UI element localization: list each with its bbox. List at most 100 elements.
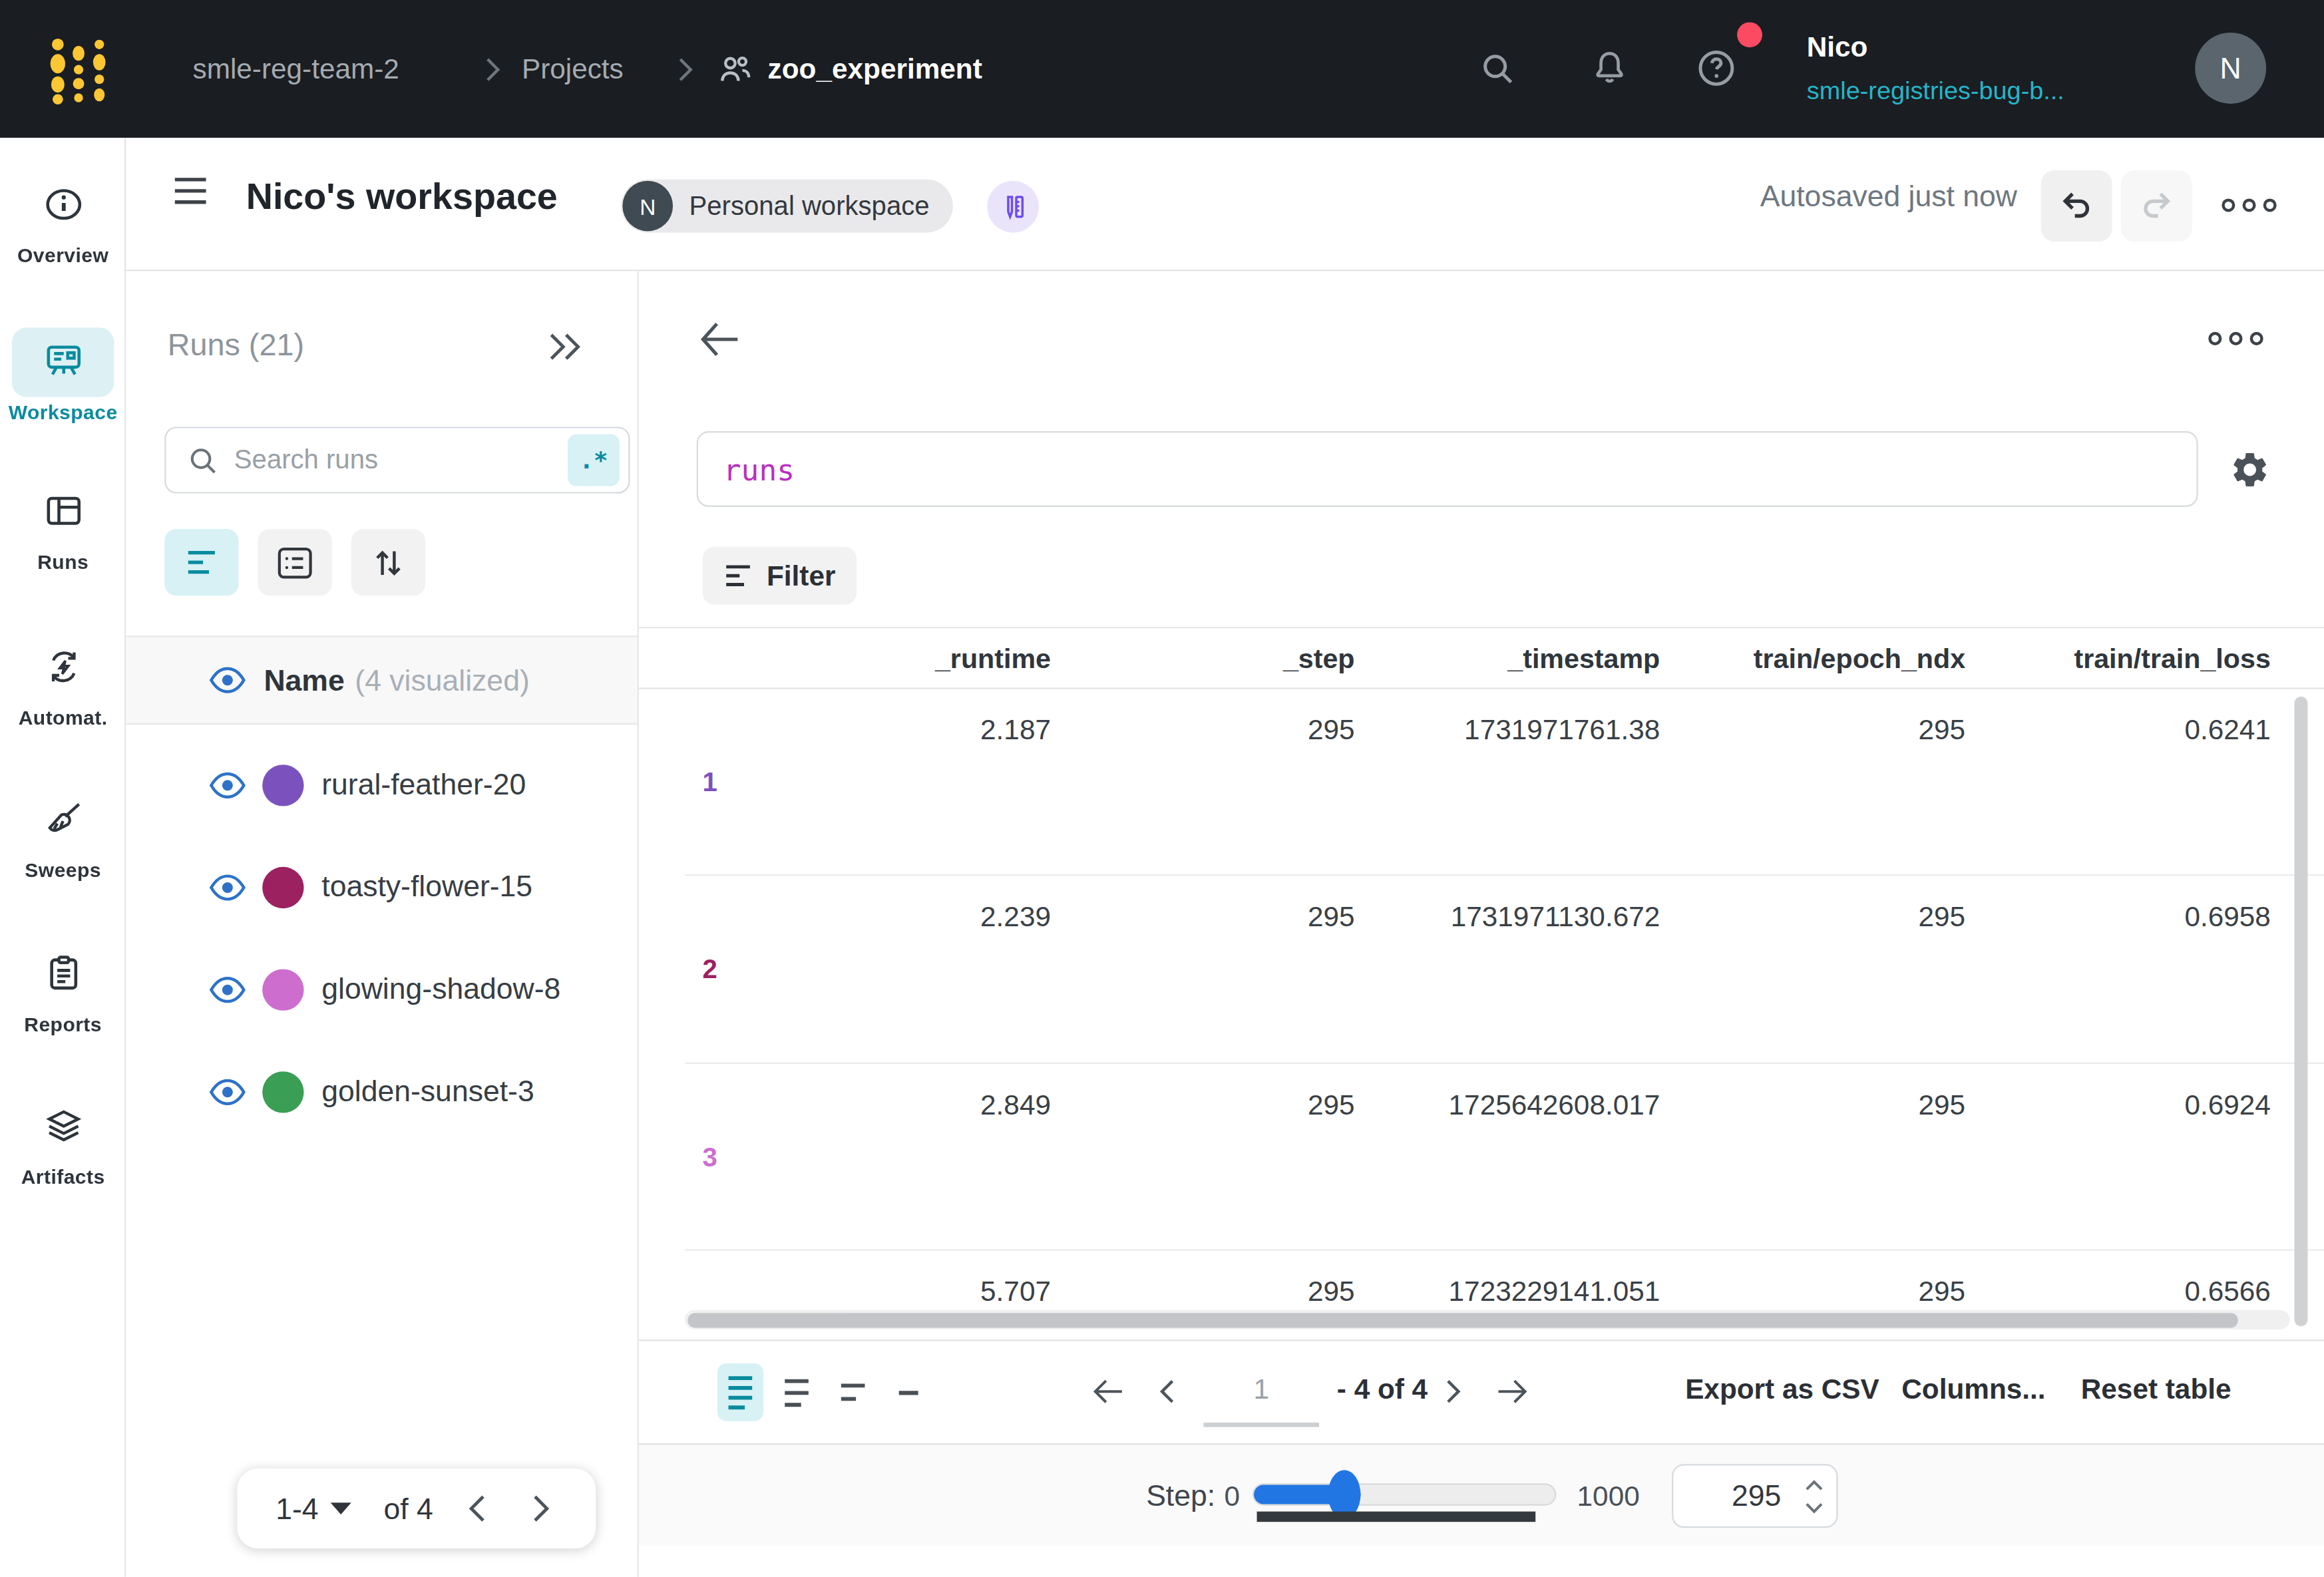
sidebar-item-sweeps[interactable]: Sweeps (0, 800, 126, 882)
search-icon (187, 444, 220, 476)
breadcrumb-team[interactable]: smle-reg-team-2 (193, 53, 399, 86)
team-members-icon (716, 51, 755, 89)
table-query-input[interactable]: runs (697, 431, 2198, 507)
sidebar-item-label: Workspace (0, 402, 126, 424)
run-color-dot (262, 968, 303, 1009)
avatar[interactable]: N (2195, 33, 2266, 104)
badge-label: Personal workspace (689, 190, 930, 222)
back-arrow-icon[interactable] (699, 320, 741, 359)
eye-icon[interactable] (209, 874, 246, 900)
cell-value: 1723229141.051 (1449, 1276, 1660, 1308)
horizontal-scrollbar-thumb[interactable] (687, 1312, 2237, 1327)
column-header-trainepochndx[interactable]: train/epoch_ndx (1754, 643, 1965, 676)
user-org[interactable]: smle-registries-bug-b... (1807, 77, 2064, 107)
run-list-item[interactable]: glowing-shadow-8 (126, 938, 637, 1041)
export-csv-button[interactable]: Export as CSV (1685, 1373, 1879, 1406)
runs-list-header[interactable]: Name (4 visualized) (126, 635, 637, 725)
next-page-icon[interactable] (530, 1494, 551, 1524)
undo-button[interactable] (2041, 170, 2112, 242)
sidebar-item-overview[interactable]: Overview (0, 185, 126, 266)
column-header-timestamp[interactable]: _timestamp (1507, 643, 1660, 676)
cell-value: 2.187 (980, 714, 1051, 747)
column-header-runtime[interactable]: _runtime (935, 643, 1051, 676)
badge-avatar: N (622, 181, 673, 232)
page-total: of 4 (384, 1492, 433, 1526)
vertical-scrollbar[interactable] (2294, 697, 2307, 1326)
chevron-down-icon (330, 1502, 351, 1514)
eye-icon[interactable] (209, 976, 246, 1003)
eye-icon[interactable] (209, 1078, 246, 1105)
last-page-icon[interactable] (1495, 1378, 1528, 1405)
page-number-input[interactable]: 1 (1203, 1373, 1319, 1406)
help-icon[interactable] (1694, 46, 1739, 90)
reset-table-button[interactable]: Reset table (2081, 1373, 2231, 1406)
cell-value: 295 (1918, 901, 1965, 934)
wandb-logo-icon[interactable] (45, 34, 112, 105)
header-more-menu-icon[interactable] (2222, 198, 2276, 212)
redo-button[interactable] (2121, 170, 2192, 242)
sidebar-item-label: Runs (0, 551, 126, 573)
sidebar-item-runs[interactable]: Runs (0, 492, 126, 573)
table-more-menu-icon[interactable] (2208, 332, 2263, 345)
panel-menu-icon[interactable] (174, 176, 208, 206)
workspace-title: Nico's workspace (246, 175, 558, 218)
filter-button[interactable]: Filter (703, 547, 857, 605)
run-color-dot (262, 866, 303, 908)
collapse-panel-icon[interactable] (542, 331, 587, 363)
row-number[interactable]: 2 (703, 954, 717, 985)
sort-runs-button[interactable] (351, 529, 425, 596)
first-page-icon[interactable] (1092, 1378, 1125, 1405)
sidebar-item-automat[interactable]: Automat. (0, 647, 126, 729)
breadcrumb-sep-icon (674, 57, 695, 83)
column-header-step[interactable]: _step (1283, 643, 1355, 676)
step-decrement-icon[interactable] (1804, 1501, 1824, 1516)
runs-pagination: 1-4 of 4 (237, 1469, 596, 1548)
workspace-settings-button[interactable] (987, 181, 1039, 233)
notifications-bell-icon[interactable] (1589, 47, 1630, 88)
step-increment-icon[interactable] (1804, 1477, 1824, 1492)
notification-dot (1737, 22, 1762, 47)
page-range-dropdown[interactable]: 1-4 (276, 1492, 318, 1526)
cell-value: 5.707 (980, 1276, 1051, 1308)
prev-page-icon[interactable] (1157, 1378, 1175, 1405)
search-icon[interactable] (1477, 49, 1517, 88)
regex-toggle-button[interactable]: .* (568, 435, 620, 486)
row-number[interactable]: 3 (703, 1142, 717, 1174)
breadcrumb-project[interactable]: zoo_experiment (768, 53, 982, 86)
layers-icon (0, 1107, 126, 1146)
row-height-xlarge-button[interactable] (886, 1363, 931, 1421)
run-list-item[interactable]: golden-sunset-3 (126, 1040, 637, 1142)
columns-button[interactable]: Columns... (1901, 1373, 2045, 1406)
eye-icon (209, 667, 246, 693)
clipboard-icon (0, 954, 126, 993)
sidebar-item-reports[interactable]: Reports (0, 954, 126, 1035)
row-height-small-button[interactable] (717, 1363, 763, 1421)
step-slider[interactable] (1253, 1483, 1557, 1505)
filter-runs-button[interactable] (164, 529, 238, 596)
step-value-input[interactable]: 295 (1672, 1464, 1838, 1528)
sidebar-item-label: Overview (0, 244, 126, 266)
user-name[interactable]: Nico (1807, 31, 1868, 64)
page-input-underline (1203, 1423, 1319, 1427)
next-page-icon[interactable] (1445, 1378, 1463, 1405)
sidebar-item-label: Reports (0, 1013, 126, 1035)
info-icon (0, 185, 126, 224)
sidebar-item-workspace[interactable]: Workspace (0, 342, 126, 423)
row-height-medium-button[interactable] (774, 1363, 819, 1421)
gear-icon[interactable] (2229, 449, 2270, 490)
cell-value: 0.6566 (2184, 1276, 2270, 1308)
left-nav-rail: Overview Workspace Runs Automat. Sweeps Repor… (0, 138, 126, 1576)
row-height-large-button[interactable] (830, 1363, 874, 1421)
run-list-item[interactable]: rural-feather-20 (126, 733, 637, 836)
group-runs-button[interactable] (258, 529, 332, 596)
runs-search-box[interactable]: Search runs .* (164, 427, 630, 493)
sidebar-item-artifacts[interactable]: Artifacts (0, 1107, 126, 1188)
prev-page-icon[interactable] (467, 1494, 488, 1524)
row-number[interactable]: 1 (703, 768, 717, 799)
eye-icon[interactable] (209, 771, 246, 798)
run-list-item[interactable]: toasty-flower-15 (126, 836, 637, 938)
horizontal-scrollbar[interactable] (685, 1310, 2290, 1329)
column-header-traintrainloss[interactable]: train/train_loss (2074, 643, 2270, 676)
personal-workspace-badge[interactable]: N Personal workspace (621, 179, 953, 232)
breadcrumb-projects[interactable]: Projects (522, 53, 624, 86)
